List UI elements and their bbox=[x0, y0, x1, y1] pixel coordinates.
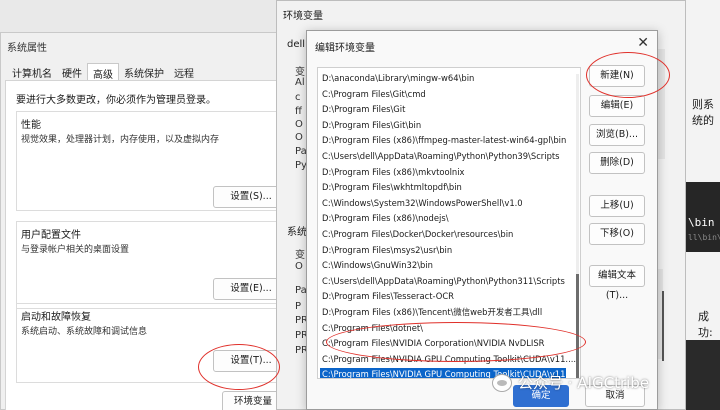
terminal-snippet bbox=[680, 340, 720, 410]
terminal-line: ll\bin\v bbox=[688, 233, 720, 242]
annotation-circle bbox=[198, 344, 280, 390]
tab-remote[interactable]: 远程 bbox=[169, 63, 199, 81]
user-variable-row[interactable]: O bbox=[295, 132, 303, 143]
path-item[interactable]: D:\Program Files (x86)\nodejs\ bbox=[322, 212, 449, 225]
user-variables-label: dell bbox=[287, 39, 306, 50]
user-variable-row[interactable]: c bbox=[295, 92, 301, 103]
user-profiles-group: 用户配置文件 与登录帐户相关的桌面设置 设置(E)... bbox=[16, 221, 289, 309]
path-item[interactable]: D:\anaconda\Library\mingw-w64\bin bbox=[322, 72, 474, 85]
group-title: 启动和故障恢复 bbox=[21, 312, 91, 323]
dialog-title: 编辑环境变量 bbox=[315, 43, 375, 54]
column-header: 变 bbox=[295, 67, 305, 78]
group-description: 与登录帐户相关的桌面设置 bbox=[21, 245, 130, 255]
window-title: 环境变量 bbox=[283, 11, 323, 22]
system-variable-row[interactable]: O bbox=[295, 261, 303, 272]
tab-computer-name[interactable]: 计算机名 bbox=[7, 63, 57, 81]
path-item[interactable]: C:\Program Files\Git\cmd bbox=[322, 88, 426, 101]
edit-button[interactable]: 编辑(E) bbox=[589, 95, 645, 117]
path-item[interactable]: C:\Users\dell\AppData\Roaming\Python\Pyt… bbox=[322, 150, 560, 163]
path-item[interactable]: D:\Program Files (x86)\ffmpeg-master-lat… bbox=[322, 134, 566, 147]
wechat-logo-icon bbox=[492, 373, 512, 392]
path-item[interactable]: D:\Program Files\wkhtmltopdf\bin bbox=[322, 181, 462, 194]
path-item[interactable]: C:\Windows\System32\WindowsPowerShell\v1… bbox=[322, 197, 523, 210]
tab-bar: 计算机名 硬件 高级 系统保护 远程 bbox=[7, 63, 199, 81]
scrollbar-thumb[interactable] bbox=[576, 274, 579, 378]
path-item[interactable]: D:\Program Files\Git\bin bbox=[322, 119, 421, 132]
group-title: 用户配置文件 bbox=[21, 230, 81, 241]
system-variable-row[interactable]: P bbox=[295, 301, 301, 312]
tab-system-protection[interactable]: 系统保护 bbox=[119, 63, 169, 81]
system-variables-label: 系统 bbox=[287, 227, 307, 238]
user-variable-row[interactable]: Pa bbox=[295, 146, 307, 157]
path-item[interactable]: D:\Program Files\Git bbox=[322, 103, 405, 116]
user-variable-row[interactable]: ff bbox=[295, 106, 302, 117]
column-header: 变 bbox=[295, 250, 305, 261]
system-variable-row[interactable]: Pa bbox=[295, 285, 307, 296]
path-item[interactable]: D:\Program Files (x86)\Tencent\微信web开发者工… bbox=[322, 306, 542, 319]
group-title: 性能 bbox=[21, 120, 41, 131]
move-up-button[interactable]: 上移(U) bbox=[589, 195, 645, 217]
scrollbar[interactable] bbox=[576, 74, 579, 378]
window-title: 系统属性 bbox=[7, 43, 47, 54]
group-description: 视觉效果，处理器计划，内存使用，以及虚拟内存 bbox=[21, 135, 220, 145]
scrollbar-thumb[interactable] bbox=[662, 291, 664, 361]
edit-text-button[interactable]: 编辑文本(T)... bbox=[589, 265, 645, 301]
performance-group: 性能 视觉效果，处理器计划，内存使用，以及虚拟内存 设置(S)... bbox=[16, 111, 289, 211]
path-item[interactable]: C:\Windows\GnuWin32\bin bbox=[322, 259, 433, 272]
group-description: 系统启动、系统故障和调试信息 bbox=[21, 327, 148, 337]
annotation-circle bbox=[326, 322, 586, 362]
tab-advanced[interactable]: 高级 bbox=[87, 63, 119, 81]
path-item[interactable]: C:\Program Files\Docker\Docker\resources… bbox=[322, 228, 513, 241]
admin-note: 要进行大多数更改，你必须作为管理员登录。 bbox=[16, 95, 216, 106]
terminal-snippet: \bin ll\bin\v bbox=[680, 182, 720, 252]
browse-button[interactable]: 浏览(B)... bbox=[589, 124, 645, 146]
watermark: 公众号 · AIGCtribe bbox=[492, 372, 649, 393]
annotation-circle bbox=[586, 52, 670, 98]
delete-button[interactable]: 删除(D) bbox=[589, 152, 645, 174]
path-item[interactable]: D:\Program Files\msys2\usr\bin bbox=[322, 244, 452, 257]
path-item[interactable]: C:\Users\dell\AppData\Roaming\Python\Pyt… bbox=[322, 275, 565, 288]
path-item[interactable]: D:\Program Files (x86)\mkvtoolnix bbox=[322, 166, 465, 179]
watermark-text: 公众号 · AIGCtribe bbox=[518, 374, 650, 392]
close-icon[interactable]: ✕ bbox=[637, 35, 649, 51]
user-variable-row[interactable]: Al bbox=[295, 77, 305, 88]
terminal-line: \bin bbox=[688, 216, 715, 229]
move-down-button[interactable]: 下移(O) bbox=[589, 223, 645, 245]
user-variable-row[interactable]: O bbox=[295, 119, 303, 130]
background-text: 则系统的 bbox=[692, 98, 714, 127]
environment-variables-button[interactable]: 环境变量(N)... bbox=[222, 391, 284, 410]
path-item[interactable]: D:\Program Files\Tesseract-OCR bbox=[322, 290, 454, 303]
tab-hardware[interactable]: 硬件 bbox=[57, 63, 87, 81]
background-text: 成功: bbox=[698, 310, 713, 339]
